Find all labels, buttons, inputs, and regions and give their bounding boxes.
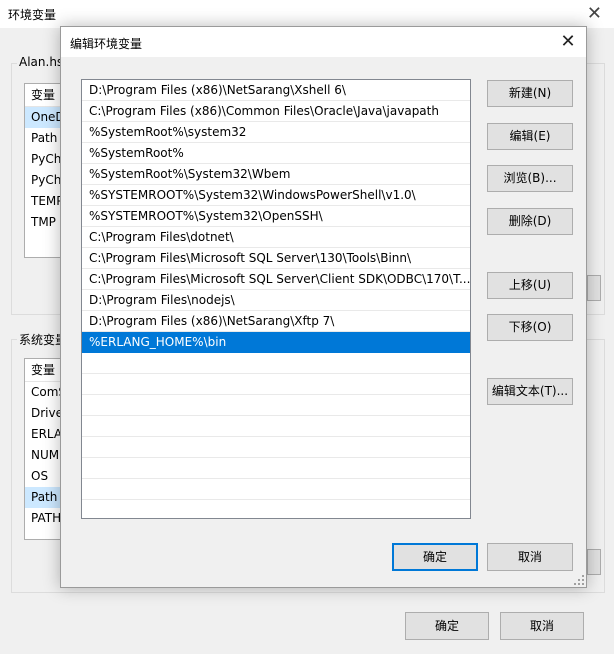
path-list-item[interactable]: C:\Program Files\Microsoft SQL Server\13… [82,248,470,269]
new-button[interactable]: 新建(N) [487,80,573,107]
resize-grip-icon[interactable] [574,575,584,585]
delete-button[interactable]: 删除(D) [487,208,573,235]
edit-environment-variable-dialog: 编辑环境变量 ✕ D:\Program Files (x86)\NetSaran… [60,26,587,588]
edit-text-button[interactable]: 编辑文本(T)... [487,378,573,405]
path-list-item[interactable]: C:\Program Files\dotnet\ [82,227,470,248]
path-list-item-selected[interactable]: %ERLANG_HOME%\bin [82,332,470,353]
path-list-empty-row[interactable] [82,479,470,500]
path-list-empty-row[interactable] [82,437,470,458]
background-ok-button[interactable]: 确定 [405,612,489,640]
ok-button[interactable]: 确定 [392,543,478,571]
path-list-empty-row[interactable] [82,374,470,395]
path-list-item[interactable]: D:\Program Files (x86)\NetSarang\Xftp 7\ [82,311,470,332]
path-list-item[interactable]: %SYSTEMROOT%\System32\OpenSSH\ [82,206,470,227]
user-variables-label: Alan.hs [17,55,66,69]
dialog-title: 编辑环境变量 [70,37,143,51]
path-list-item[interactable]: %SYSTEMROOT%\System32\WindowsPowerShell\… [82,185,470,206]
browse-button[interactable]: 浏览(B)... [487,165,573,192]
background-window-title: 环境变量 [8,8,57,22]
path-list-empty-row[interactable] [82,416,470,437]
close-icon[interactable]: ✕ [550,27,586,57]
path-list-item[interactable]: %SystemRoot%\system32 [82,122,470,143]
user-vars-button-stub[interactable] [587,275,601,301]
path-list[interactable]: D:\Program Files (x86)\NetSarang\Xshell … [81,79,471,519]
path-list-item[interactable]: C:\Program Files (x86)\Common Files\Orac… [82,101,470,122]
system-vars-button-stub[interactable] [587,549,601,575]
path-list-empty-row[interactable] [82,353,470,374]
path-list-item[interactable]: %SystemRoot%\System32\Wbem [82,164,470,185]
path-list-item[interactable]: D:\Program Files (x86)\NetSarang\Xshell … [82,80,470,101]
background-titlebar: 环境变量 ✕ [0,0,614,28]
move-down-button[interactable]: 下移(O) [487,314,573,341]
move-up-button[interactable]: 上移(U) [487,272,573,299]
path-list-item[interactable]: %SystemRoot% [82,143,470,164]
edit-button[interactable]: 编辑(E) [487,123,573,150]
path-list-item[interactable]: D:\Program Files\nodejs\ [82,290,470,311]
background-close-icon[interactable]: ✕ [587,3,602,24]
dialog-titlebar: 编辑环境变量 ✕ [61,27,586,57]
path-list-item[interactable]: C:\Program Files\Microsoft SQL Server\Cl… [82,269,470,290]
background-cancel-button[interactable]: 取消 [500,612,584,640]
path-list-empty-row[interactable] [82,458,470,479]
cancel-button[interactable]: 取消 [487,543,573,571]
path-list-empty-row[interactable] [82,395,470,416]
